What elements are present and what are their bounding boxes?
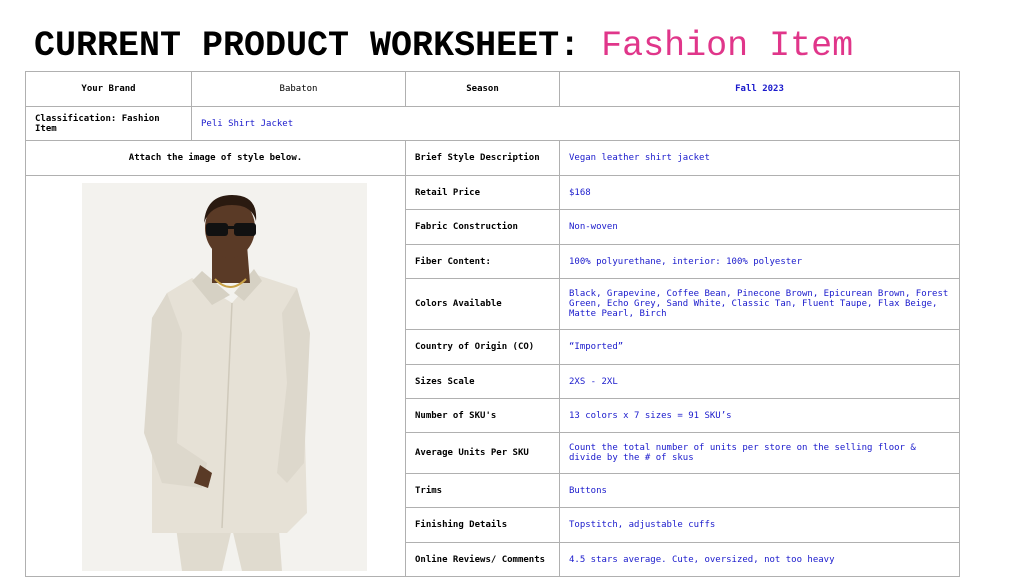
season-value[interactable]: Fall 2023	[559, 71, 960, 107]
detail-label: Country of Origin (CO)	[405, 329, 560, 365]
brand-label: Your Brand	[25, 71, 192, 107]
classification-label: Classification: Fashion Item	[25, 106, 192, 141]
detail-row: Retail Price $168	[25, 175, 960, 577]
detail-value[interactable]: “Imported”	[559, 329, 960, 365]
detail-row: Attach the image of style below. Brief S…	[25, 140, 960, 176]
product-photo	[82, 183, 367, 571]
detail-value[interactable]: Vegan leather shirt jacket	[559, 140, 960, 176]
detail-value[interactable]: 100% polyurethane, interior: 100% polyes…	[559, 244, 960, 279]
detail-value[interactable]: Non-woven	[559, 209, 960, 245]
worksheet-table: Your Brand Babaton Season Fall 2023 Clas…	[25, 71, 960, 577]
detail-value[interactable]: 2XS - 2XL	[559, 364, 960, 399]
detail-label: Trims	[405, 473, 560, 508]
page-title: CURRENT PRODUCT WORKSHEET: Fashion Item	[34, 26, 853, 66]
image-prompt: Attach the image of style below.	[25, 140, 406, 176]
page-title-main: CURRENT PRODUCT WORKSHEET:	[34, 26, 602, 66]
detail-label: Retail Price	[405, 175, 560, 210]
detail-value[interactable]: Topstitch, adjustable cuffs	[559, 507, 960, 543]
detail-label: Number of SKU's	[405, 398, 560, 433]
model-figure	[82, 183, 367, 571]
brand-value[interactable]: Babaton	[191, 71, 406, 107]
detail-label: Colors Available	[405, 278, 560, 330]
detail-value[interactable]: Buttons	[559, 473, 960, 508]
detail-label: Fiber Content:	[405, 244, 560, 279]
detail-value[interactable]: Count the total number of units per stor…	[559, 432, 960, 474]
classification-row: Classification: Fashion Item Peli Shirt …	[25, 106, 960, 141]
detail-label: Fabric Construction	[405, 209, 560, 245]
detail-label: Finishing Details	[405, 507, 560, 543]
style-image-cell[interactable]	[25, 175, 406, 577]
classification-value[interactable]: Peli Shirt Jacket	[191, 106, 960, 141]
detail-value[interactable]: Black, Grapevine, Coffee Bean, Pinecone …	[559, 278, 960, 330]
page-title-accent: Fashion Item	[601, 26, 854, 66]
detail-value[interactable]: 13 colors x 7 sizes = 91 SKU’s	[559, 398, 960, 433]
detail-label: Sizes Scale	[405, 364, 560, 399]
detail-label: Online Reviews/ Comments	[405, 542, 560, 577]
detail-value[interactable]: $168	[559, 175, 960, 210]
header-row: Your Brand Babaton Season Fall 2023	[25, 71, 960, 107]
detail-value[interactable]: 4.5 stars average. Cute, oversized, not …	[559, 542, 960, 577]
detail-label: Average Units Per SKU	[405, 432, 560, 474]
detail-label: Brief Style Description	[405, 140, 560, 176]
season-label: Season	[405, 71, 560, 107]
